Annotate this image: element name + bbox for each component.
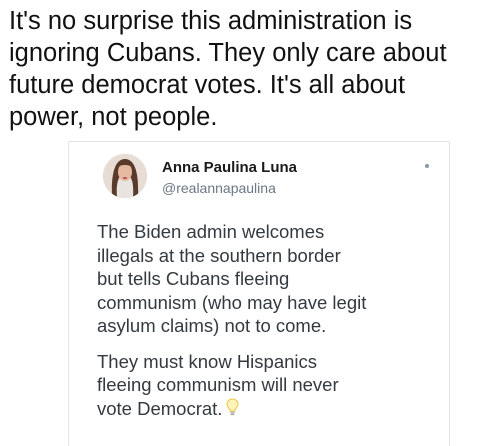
tweet-last-line: vote Democrat. xyxy=(97,397,437,421)
tweet-line: asylum claims) not to come. xyxy=(97,315,327,336)
tweet-author-name[interactable]: Anna Paulina Luna xyxy=(162,159,297,176)
tweet-paragraph: The Biden admin welcomes illegals at the… xyxy=(97,220,437,338)
tweet-line: vote Democrat. xyxy=(97,397,223,419)
caption-line: It's no surprise this administration is xyxy=(9,7,413,35)
embedded-tweet-card[interactable]: Anna Paulina Luna @realannapaulina The B… xyxy=(68,141,450,446)
tweet-author-handle[interactable]: @realannapaulina xyxy=(162,180,276,196)
tweet-paragraph: They must know Hispanics fleeing communi… xyxy=(97,350,437,421)
tweet-line: illegals at the southern border xyxy=(97,244,341,266)
avatar[interactable] xyxy=(103,154,147,198)
more-options-icon[interactable] xyxy=(425,164,429,168)
lightbulb-icon xyxy=(226,397,239,415)
tweet-line: but tells Cubans fleeing xyxy=(97,268,290,289)
profile-photo-icon xyxy=(103,154,147,198)
tweet-line: The Biden admin welcomes xyxy=(97,221,325,242)
tweet-line: They must know Hispanics xyxy=(97,350,318,372)
tweet-text: The Biden admin welcomes illegals at the… xyxy=(97,220,437,420)
tweet-line: communism (who may have legit xyxy=(97,291,367,313)
caption-line: power, not people. xyxy=(9,103,218,131)
caption-line: ignoring Cubans. They only care about xyxy=(9,39,447,67)
caption-line: future democrat votes. It's all about xyxy=(9,71,406,99)
post-caption: It's no surprise this administration is … xyxy=(9,5,479,133)
tweet-line: fleeing communism will never xyxy=(97,374,339,395)
